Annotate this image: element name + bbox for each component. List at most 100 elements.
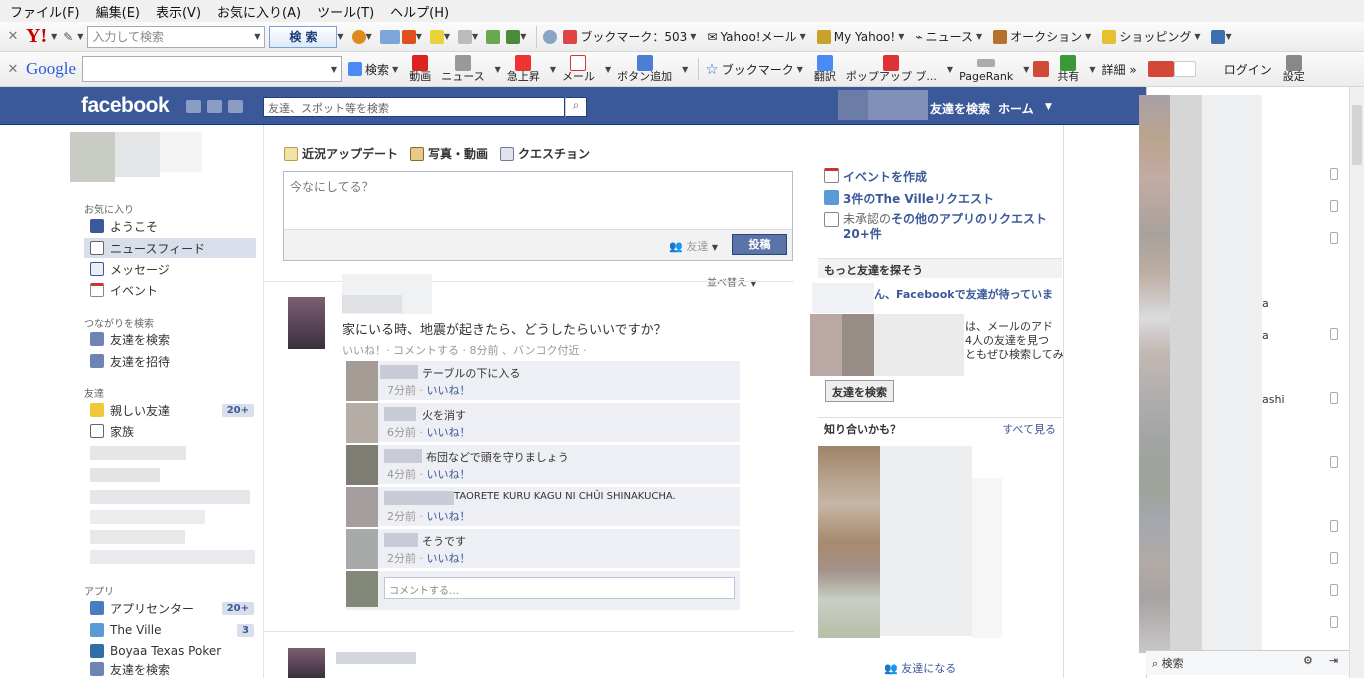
tab-photo-video[interactable]: 写真・動画 — [410, 145, 488, 162]
pending-requests-link[interactable]: 未承認のその他のアプリのリクエスト20+件 — [824, 212, 1060, 242]
menu-file[interactable]: ファイル(F) — [10, 2, 80, 21]
nav-welcome[interactable]: ようこそ — [90, 216, 262, 236]
highlighter-icon[interactable] — [429, 29, 444, 44]
search-icon[interactable]: ⌕ — [565, 97, 587, 117]
pop-out-icon[interactable]: ⇥ — [1329, 654, 1338, 667]
chat-friend-name[interactable]: a — [1262, 329, 1269, 342]
popup-blocker-button[interactable]: ポップアップ ブ... — [846, 55, 937, 83]
news-button-google[interactable]: ニュース — [441, 55, 485, 83]
tab-question[interactable]: クエスチョン — [500, 145, 590, 162]
shopping-button[interactable]: ショッピング ▼ — [1102, 28, 1200, 45]
chevron-down-icon[interactable]: ▼ — [947, 65, 953, 74]
add-button[interactable]: ボタン追加 — [617, 55, 672, 83]
pen-icon[interactable]: ✎ — [63, 30, 77, 44]
google-plus-icon[interactable] — [1033, 61, 1050, 77]
nav-close-friends[interactable]: 親しい友達 20+ — [90, 400, 262, 420]
account-menu-chevron-icon[interactable]: ▼ — [1045, 102, 1052, 112]
video-button[interactable]: 動画 — [409, 55, 431, 83]
details-button[interactable]: 詳細 » — [1102, 61, 1137, 78]
status-input[interactable]: 今なにしてる？ — [284, 172, 792, 230]
chevron-down-icon[interactable]: ▼ — [520, 32, 526, 41]
pagerank-button[interactable]: PageRank — [959, 55, 1013, 83]
menu-view[interactable]: 表示(V) — [156, 2, 201, 21]
fb-home-link[interactable]: ホーム — [998, 100, 1034, 117]
auction-button[interactable]: オークション ▼ — [993, 28, 1091, 45]
comment-like-link[interactable]: いいね！ — [427, 468, 471, 481]
commenter-name-blurred[interactable] — [384, 491, 454, 505]
rising-button[interactable]: 急上昇 — [507, 55, 540, 83]
next-story-author-blurred[interactable] — [336, 652, 416, 664]
nav-find-friends[interactable]: 友達を検索 — [90, 329, 262, 349]
chevron-down-icon[interactable]: ▼ — [444, 32, 450, 41]
post-button[interactable]: 投稿 — [732, 234, 787, 255]
close-toolbar-icon[interactable]: ✕ — [0, 62, 26, 77]
commenter-name-blurred[interactable] — [384, 449, 422, 463]
commenter-name-blurred[interactable] — [380, 365, 418, 379]
chevron-down-icon[interactable]: ▼ — [1089, 65, 1095, 74]
yahoo-logo-icon[interactable]: Y! — [26, 25, 47, 48]
comment-input[interactable]: コメントする… — [384, 577, 735, 599]
shield-icon[interactable] — [351, 29, 366, 44]
suggestion-photos-blurred[interactable] — [810, 314, 842, 376]
chat-friends-names-blurred[interactable] — [1170, 95, 1202, 653]
chat-friend-name[interactable]: a — [1262, 297, 1269, 310]
close-toolbar-icon[interactable]: ✕ — [0, 29, 26, 44]
cloud-icon[interactable] — [379, 29, 400, 44]
audience-selector[interactable]: 👥 友達 ▼ — [669, 238, 718, 254]
sync-icon[interactable] — [506, 29, 521, 44]
gear-icon[interactable]: ⚙ — [1303, 654, 1313, 667]
fire-icon[interactable] — [401, 29, 416, 44]
google-search-input[interactable]: ▼ — [82, 56, 343, 82]
tab-status-update[interactable]: 近況アップデート — [284, 145, 398, 162]
friend-list-item-blurred[interactable] — [90, 550, 255, 564]
friend-list-item-blurred[interactable] — [90, 530, 185, 544]
comment-like-link[interactable]: いいね！ — [427, 426, 471, 439]
menu-tools[interactable]: ツール(T) — [317, 2, 374, 21]
messages-icon[interactable] — [207, 100, 222, 113]
my-yahoo-button[interactable]: My Yahoo! ▼ — [816, 29, 904, 44]
suggestion-name-blurred[interactable] — [812, 283, 874, 313]
page-scrollbar[interactable] — [1349, 87, 1364, 678]
nav-messages[interactable]: メッセージ — [90, 259, 262, 279]
see-all-link[interactable]: すべて見る — [1002, 421, 1056, 437]
yahoo-search-input[interactable]: 入力して検索 ▼ — [87, 25, 266, 48]
nav-app-center[interactable]: アプリセンター 20+ — [90, 598, 262, 618]
plus-one-icon[interactable] — [1147, 61, 1174, 77]
comment-avatar[interactable] — [346, 445, 378, 485]
profile-name-blurred[interactable] — [115, 132, 160, 177]
chevron-down-icon[interactable]: ▼ — [682, 65, 688, 74]
yahoo-mail-button[interactable]: ✉ Yahoo!メール ▼ — [707, 28, 805, 45]
chat-friend-name[interactable]: ashi — [1262, 393, 1285, 406]
profile-name-blurred[interactable] — [868, 90, 928, 120]
comment-like-link[interactable]: いいね！ — [427, 384, 471, 397]
friend-list-item-blurred[interactable] — [90, 490, 250, 504]
nav-news-feed[interactable]: ニュースフィード — [84, 238, 256, 258]
scrollbar-thumb[interactable] — [1352, 105, 1362, 165]
create-event-link[interactable]: イベントを作成 — [824, 168, 927, 185]
add-friend-link[interactable]: 👥 友達になる — [884, 661, 956, 676]
suggestion-photos-blurred[interactable] — [874, 314, 964, 376]
chevron-down-icon[interactable]: ▼ — [416, 32, 422, 41]
friend-list-item-blurred[interactable] — [90, 510, 205, 524]
suggestion-photos-blurred[interactable] — [842, 314, 874, 376]
yahoo-search-button[interactable]: 検 索 — [269, 25, 338, 48]
chevron-down-icon[interactable]: ▼ — [495, 65, 501, 74]
share-button[interactable]: 共有 — [1057, 55, 1079, 83]
bookmarks-button[interactable]: ブックマーク：503 ▼ — [563, 28, 696, 45]
comment-avatar[interactable] — [346, 487, 378, 527]
chevron-down-icon[interactable]: ▼ — [605, 65, 611, 74]
notifications-icon[interactable] — [228, 100, 243, 113]
chat-search-input[interactable]: 検索 — [1162, 657, 1184, 670]
chevron-down-icon[interactable]: ▼ — [366, 32, 372, 41]
fb-find-friends-link[interactable]: 友達を検索 — [930, 100, 990, 117]
nav-events[interactable]: イベント — [90, 280, 262, 300]
chart-icon[interactable] — [1211, 29, 1226, 44]
comment-avatar[interactable] — [346, 403, 378, 443]
news-button[interactable]: ⌁ ニュース ▼ — [915, 28, 982, 45]
ville-requests-link[interactable]: 3件のThe Villeリクエスト — [824, 190, 994, 207]
nav-invite-friends[interactable]: 友達を招待 — [90, 351, 262, 371]
friend-list-item-blurred[interactable] — [90, 468, 160, 482]
gmail-button[interactable]: メール — [562, 55, 595, 83]
chevron-down-icon[interactable]: ▼ — [51, 32, 57, 41]
translate-button[interactable]: 翻訳 — [814, 55, 836, 83]
